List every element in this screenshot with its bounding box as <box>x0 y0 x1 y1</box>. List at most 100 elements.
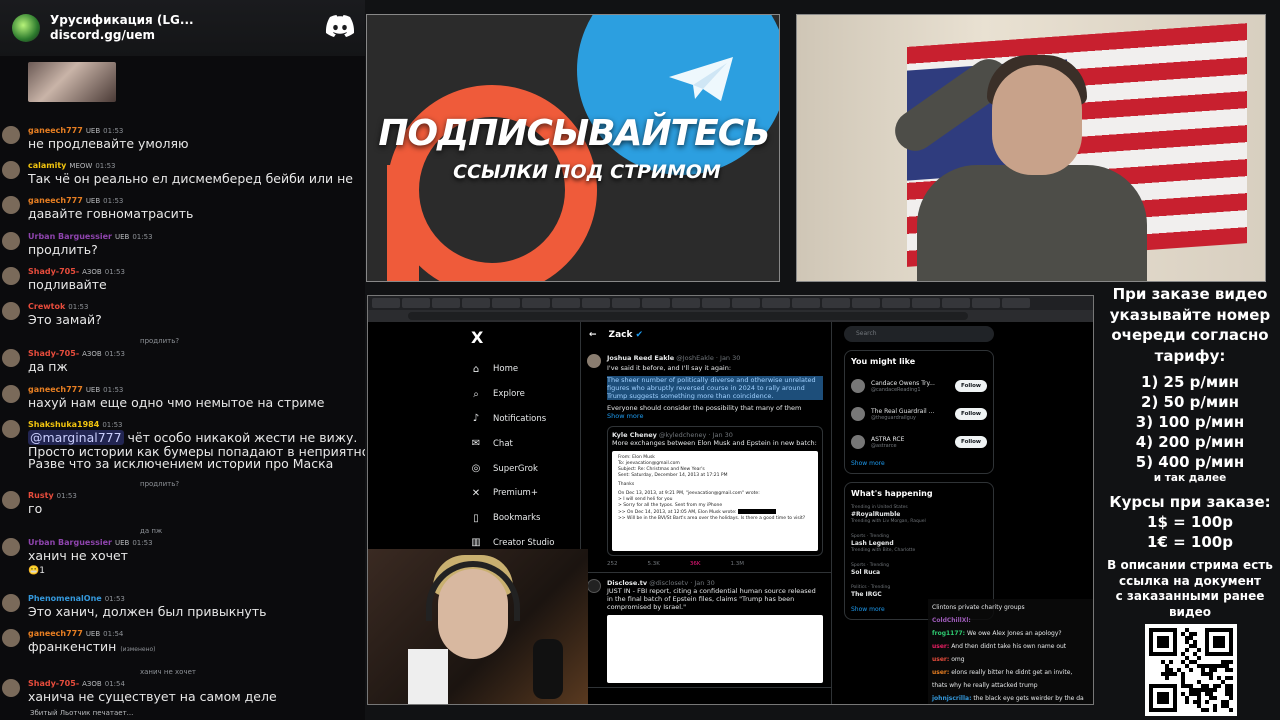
browser-tab[interactable] <box>1002 298 1030 308</box>
tweet-card[interactable]: Joshua Reed Eakle @JoshEakle · Jan 30 I'… <box>581 348 831 573</box>
username[interactable]: Crewtok <box>28 302 65 311</box>
follow-button[interactable]: Follow <box>955 408 987 420</box>
nav-item-supergrok[interactable]: ◎ SuperGrok <box>463 456 583 481</box>
server-icon <box>12 14 40 42</box>
trend-item[interactable]: Politics · Trending The IRGC <box>851 584 987 598</box>
browser-tab[interactable] <box>672 298 700 308</box>
chat-username[interactable]: frog1177: <box>932 630 965 637</box>
avatar[interactable] <box>2 679 20 697</box>
username[interactable]: ganeech777 <box>28 385 83 394</box>
browser-tab[interactable] <box>972 298 1000 308</box>
chat-username[interactable]: user: <box>932 669 949 676</box>
reaction[interactable]: 😬1 <box>28 566 45 576</box>
browser-tab[interactable] <box>912 298 940 308</box>
avatar[interactable] <box>2 126 20 144</box>
avatar[interactable] <box>2 538 20 556</box>
browser-tab[interactable] <box>822 298 850 308</box>
nav-item-home[interactable]: ⌂ Home <box>463 357 583 382</box>
chat-username[interactable]: ColdChillXl: <box>932 617 971 624</box>
follow-name[interactable]: ASTRA RCE <box>871 436 904 443</box>
avatar[interactable] <box>851 407 865 421</box>
search-input[interactable]: Search <box>844 326 994 342</box>
avatar[interactable] <box>851 379 865 393</box>
username[interactable]: ganeech777 <box>28 196 83 205</box>
avatar[interactable] <box>2 629 20 647</box>
username[interactable]: Shady-705- <box>28 679 79 688</box>
qr-code-icon[interactable] <box>1145 624 1237 716</box>
nav-item-chat[interactable]: ✉ Chat <box>463 431 583 456</box>
browser-tab[interactable] <box>732 298 760 308</box>
avatar[interactable] <box>851 435 865 449</box>
browser-tab[interactable] <box>402 298 430 308</box>
reply-reference[interactable]: ханич не хочет <box>140 668 196 676</box>
browser-tab[interactable] <box>522 298 550 308</box>
username[interactable]: ganeech777 <box>28 629 83 638</box>
nav-item-bookmarks[interactable]: ▯ Bookmarks <box>463 506 583 531</box>
chat-username[interactable]: user: <box>932 656 949 663</box>
reply-count[interactable]: 252 <box>607 560 618 568</box>
username[interactable]: calamity <box>28 161 66 170</box>
chat-username[interactable]: johnjscrilla: <box>932 695 971 702</box>
browser-tab[interactable] <box>492 298 520 308</box>
browser-tab[interactable] <box>882 298 910 308</box>
follow-name[interactable]: Candace Owens Try... <box>871 380 935 387</box>
browser-tab[interactable] <box>582 298 610 308</box>
avatar[interactable] <box>2 196 20 214</box>
avatar[interactable] <box>2 385 20 403</box>
show-more-link[interactable]: Show more <box>851 460 987 467</box>
reply-reference[interactable]: продлить? <box>140 480 179 488</box>
browser-tab[interactable] <box>702 298 730 308</box>
browser-tab[interactable] <box>372 298 400 308</box>
username[interactable]: Shakshuka1984 <box>28 420 99 429</box>
avatar[interactable] <box>2 349 20 367</box>
username[interactable]: ganeech777 <box>28 126 83 135</box>
attachment-thumbnail[interactable] <box>28 62 116 102</box>
view-count[interactable]: 1.3M <box>730 560 744 568</box>
address-input[interactable] <box>408 312 968 320</box>
nav-item-explore[interactable]: ⌕ Explore <box>463 382 583 407</box>
username[interactable]: Shady-705- <box>28 349 79 358</box>
x-logo-icon[interactable]: X <box>471 328 583 347</box>
username[interactable]: PhenomenalOne <box>28 594 102 603</box>
browser-tab[interactable] <box>852 298 880 308</box>
repost-count[interactable]: 5.3K <box>648 560 660 568</box>
browser-tab[interactable] <box>552 298 580 308</box>
avatar[interactable] <box>2 594 20 612</box>
browser-tab[interactable] <box>612 298 640 308</box>
avatar[interactable] <box>2 491 20 509</box>
avatar[interactable] <box>2 267 20 285</box>
tweet-card[interactable]: Disclose.tv @disclosetv · Jan 30 JUST IN… <box>581 573 831 688</box>
nav-item-notifications[interactable]: ♪ Notifications <box>463 407 583 432</box>
browser-tab[interactable] <box>762 298 790 308</box>
like-count[interactable]: 36K <box>690 560 701 568</box>
avatar[interactable] <box>2 302 20 320</box>
email-document-image[interactable]: From: Elon Musk To: jeevacation@gmail.co… <box>612 451 818 551</box>
document-image[interactable] <box>607 615 823 683</box>
chat-username[interactable]: user: <box>932 643 949 650</box>
show-more-link[interactable]: Show more <box>607 412 823 420</box>
reply-reference[interactable]: да пж <box>140 527 162 535</box>
trend-item[interactable]: Sports · Trending Sol Ruca <box>851 562 987 576</box>
avatar[interactable] <box>2 161 20 179</box>
username[interactable]: Urban Barguessier <box>28 232 112 241</box>
nav-item-premium-[interactable]: ✕ Premium+ <box>463 481 583 506</box>
quote-tweet[interactable]: Kyle Cheney @kyledcheney · Jan 30 More e… <box>607 426 823 556</box>
username[interactable]: Shady-705- <box>28 267 79 276</box>
browser-tab[interactable] <box>792 298 820 308</box>
trend-item[interactable]: Sports · Trending Lash Legend Trending wit… <box>851 533 987 554</box>
user-mention[interactable]: @marginal777 <box>28 430 124 445</box>
follow-name[interactable]: The Real Guardrail ... <box>871 408 934 415</box>
browser-tab[interactable] <box>432 298 460 308</box>
follow-button[interactable]: Follow <box>955 380 987 392</box>
username[interactable]: Rusty <box>28 491 54 500</box>
reply-reference[interactable]: продлить? <box>140 337 179 345</box>
browser-tab[interactable] <box>462 298 490 308</box>
browser-tab[interactable] <box>642 298 670 308</box>
avatar[interactable] <box>2 420 20 438</box>
trend-item[interactable]: Trending in United States #RoyalRumble Tre… <box>851 504 987 525</box>
browser-tab[interactable] <box>942 298 970 308</box>
follow-button[interactable]: Follow <box>955 436 987 448</box>
back-arrow-icon[interactable]: ← <box>589 330 597 340</box>
avatar[interactable] <box>2 232 20 250</box>
username[interactable]: Urban Barguessier <box>28 538 112 547</box>
